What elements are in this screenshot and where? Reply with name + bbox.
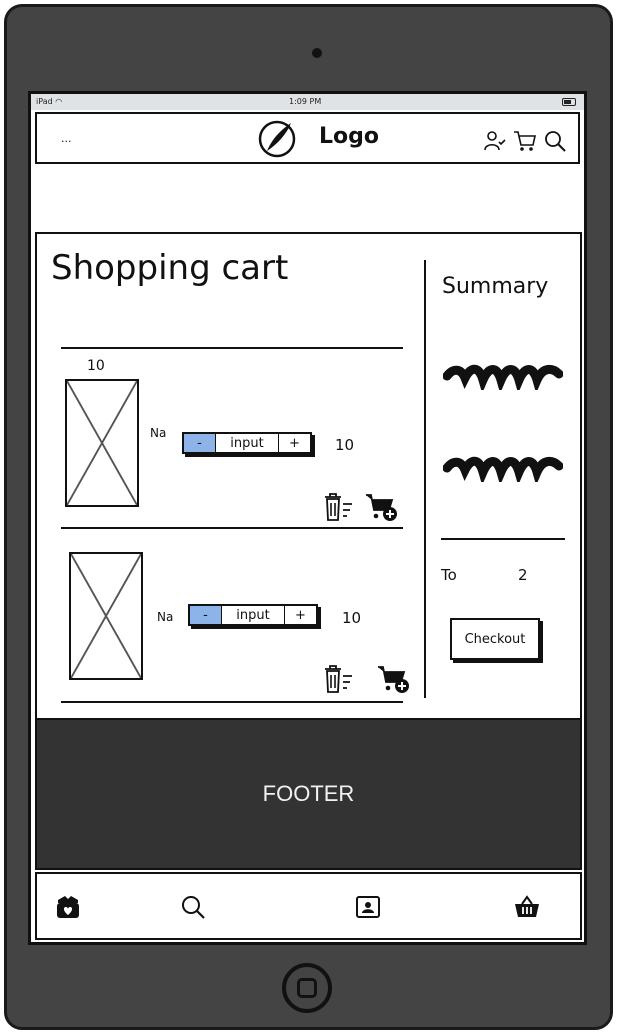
home-button-square	[297, 978, 317, 998]
total-value: 2	[518, 566, 528, 584]
quantity-input[interactable]: input	[216, 434, 278, 452]
product-image-placeholder	[69, 552, 143, 680]
status-time: 1:09 PM	[289, 97, 322, 106]
summary-rule	[441, 538, 565, 540]
cart-panel: Shopping cart 10 Na - input + 10 Na - in…	[35, 232, 582, 720]
decrement-button[interactable]: -	[190, 606, 222, 624]
trash-icon[interactable]	[321, 664, 355, 694]
footer: FOOTER	[35, 718, 582, 870]
status-bar: iPad ◠ 1:09 PM	[31, 94, 584, 110]
search-icon[interactable]	[180, 894, 206, 920]
summary-divider	[424, 260, 426, 698]
gift-heart-icon[interactable]	[55, 894, 81, 920]
quantity-input[interactable]: input	[222, 606, 284, 624]
search-icon[interactable]	[543, 129, 567, 153]
increment-button[interactable]: +	[278, 434, 310, 452]
product-name: Na	[157, 610, 174, 624]
camera	[312, 48, 322, 58]
divider	[61, 527, 403, 529]
quantity-stepper: - input +	[188, 604, 318, 626]
wifi-icon: ◠	[55, 97, 63, 106]
summary-title: Summary	[442, 274, 549, 299]
battery-icon	[562, 98, 576, 106]
checkout-button[interactable]: Checkout	[450, 618, 540, 660]
scribble-placeholder	[443, 364, 563, 390]
item-quantity-label: 10	[87, 358, 105, 374]
item-price: 10	[342, 609, 362, 627]
home-button[interactable]	[282, 963, 332, 1013]
compass-icon[interactable]	[257, 119, 297, 159]
status-device-label: iPad ◠	[36, 97, 62, 106]
menu-text[interactable]: ...	[61, 132, 72, 145]
logo-text[interactable]: Logo	[319, 124, 379, 149]
profile-card-icon[interactable]	[355, 894, 381, 920]
decrement-button[interactable]: -	[184, 434, 216, 452]
product-name: Na	[150, 426, 167, 440]
screen: iPad ◠ 1:09 PM ... Logo Shopping cart 10…	[28, 91, 587, 945]
product-image-placeholder	[65, 379, 139, 507]
divider	[61, 701, 403, 703]
scribble-placeholder	[443, 456, 563, 482]
increment-button[interactable]: +	[284, 606, 316, 624]
page-title: Shopping cart	[51, 248, 289, 288]
basket-icon[interactable]	[514, 894, 540, 920]
user-check-icon[interactable]	[483, 129, 507, 153]
header: ... Logo	[35, 112, 580, 164]
add-to-cart-icon[interactable]	[365, 492, 399, 522]
trash-icon[interactable]	[321, 492, 355, 522]
item-price: 10	[335, 436, 355, 454]
total-label: To	[441, 566, 457, 584]
add-to-cart-icon[interactable]	[377, 664, 411, 694]
tab-bar	[35, 872, 582, 940]
device-name: iPad	[36, 97, 53, 106]
cart-icon[interactable]	[513, 129, 537, 153]
quantity-stepper: - input +	[182, 432, 312, 454]
divider	[61, 347, 403, 349]
